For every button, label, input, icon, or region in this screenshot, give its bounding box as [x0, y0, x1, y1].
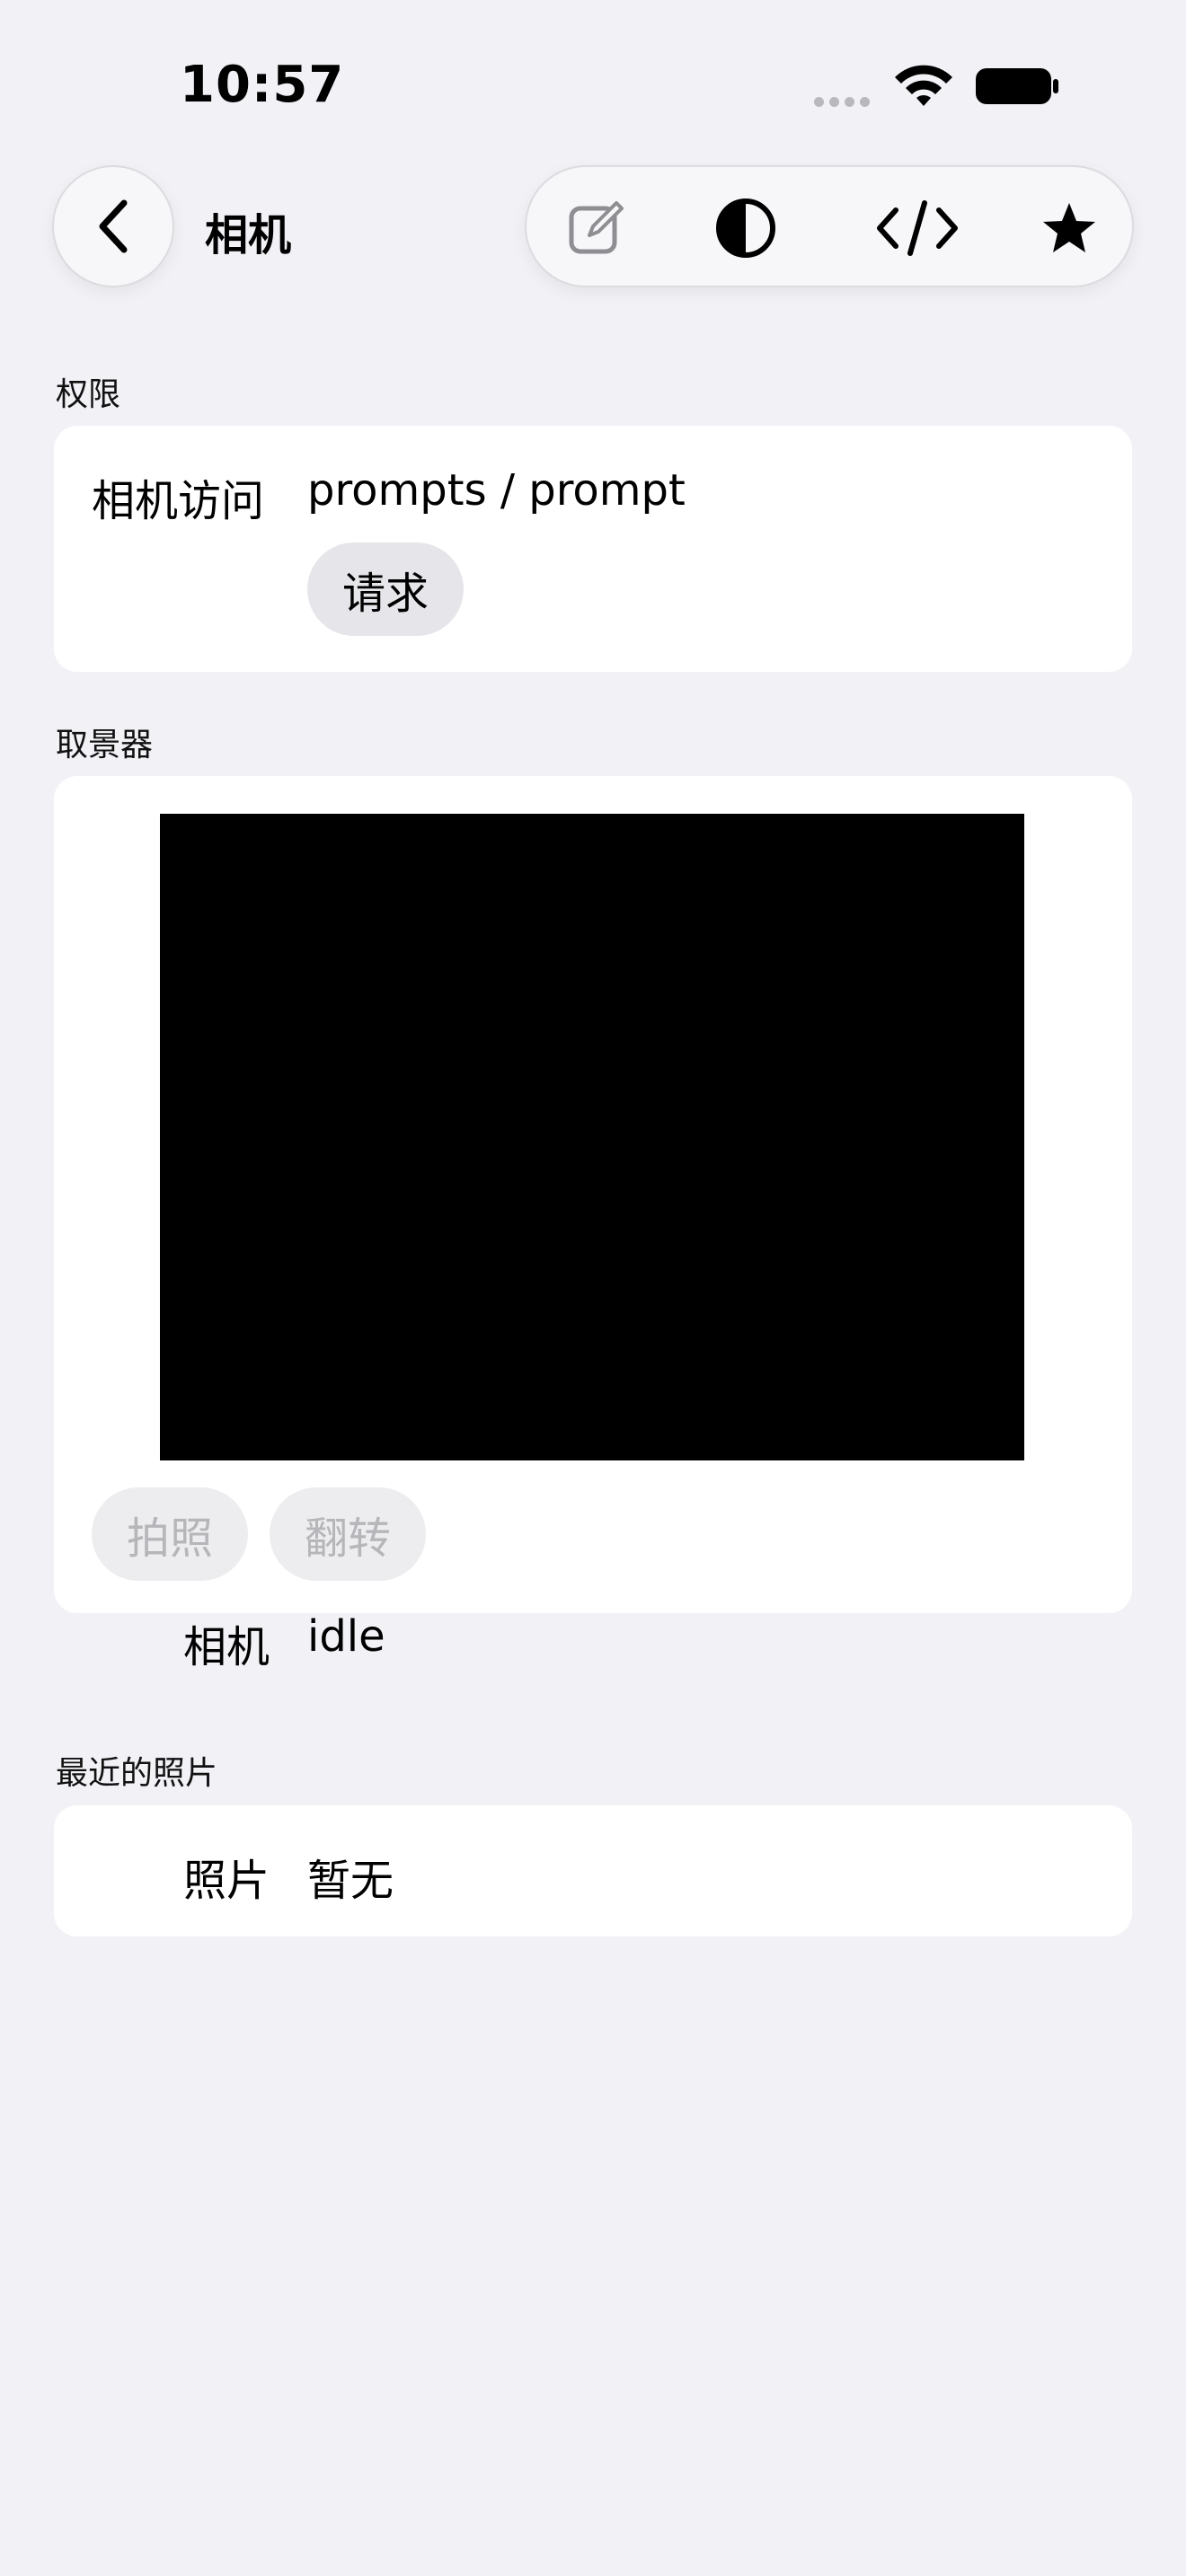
- favorite-button[interactable]: [1035, 194, 1103, 262]
- viewfinder-card: 拍照 翻转 相机 idle: [54, 776, 1132, 1672]
- appearance-button[interactable]: [712, 194, 780, 262]
- camera-viewfinder: [160, 814, 1024, 1460]
- toolbar: [525, 165, 1134, 287]
- chevron-left-icon: [99, 199, 128, 253]
- request-button[interactable]: 请求: [307, 543, 464, 636]
- flip-button[interactable]: 翻转: [270, 1487, 426, 1581]
- status-time: 10:57: [180, 56, 345, 114]
- photo-label: 照片: [183, 1856, 270, 1906]
- recent-photos-card: 照片 暂无: [54, 1805, 1132, 1936]
- viewfinder-header: 取景器: [56, 727, 154, 763]
- camera-access-label: 相机访问: [92, 476, 265, 526]
- code-icon: [877, 200, 958, 256]
- edit-button[interactable]: [562, 194, 631, 262]
- battery-icon: [976, 68, 1058, 104]
- recent-photos-header: 最近的照片: [56, 1755, 218, 1792]
- contrast-icon: [716, 198, 775, 258]
- permissions-header: 权限: [56, 376, 121, 413]
- wifi-icon: [895, 65, 952, 106]
- camera-status-label: 相机: [183, 1622, 270, 1672]
- permissions-card: 相机访问 prompts / prompt 请求: [54, 426, 1132, 672]
- star-icon: [1043, 203, 1095, 252]
- camera-screen: 10:57 相机 权限 相机访问 prompts / prompt 请求 取景器…: [0, 0, 1186, 2576]
- camera-access-value: prompts / prompt: [307, 465, 686, 516]
- photo-value: 暂无: [307, 1856, 394, 1906]
- back-button[interactable]: [52, 165, 174, 287]
- status-icons: [809, 61, 1078, 115]
- camera-status-value: idle: [307, 1611, 385, 1662]
- capture-button[interactable]: 拍照: [92, 1487, 248, 1581]
- page-title: 相机: [205, 210, 292, 260]
- edit-icon: [569, 201, 624, 254]
- code-button[interactable]: [868, 194, 967, 262]
- cellular-signal-icon: [814, 97, 870, 107]
